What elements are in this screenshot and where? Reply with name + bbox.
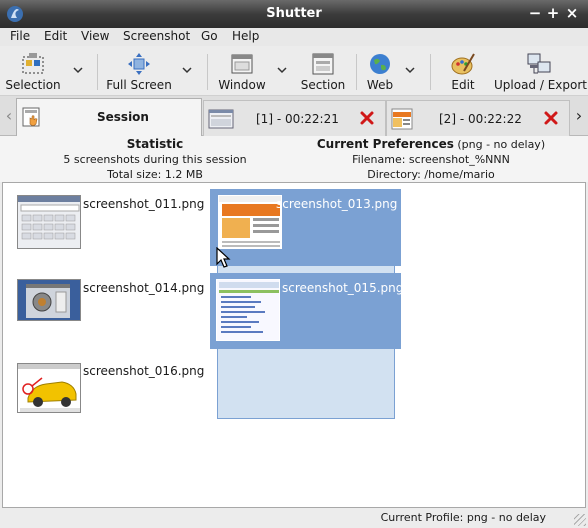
menu-view[interactable]: View [81, 29, 109, 43]
preferences-directory: Directory: /home/mario [367, 168, 495, 181]
selection-icon [22, 53, 44, 74]
full-screen-button[interactable]: Full Screen [106, 46, 172, 96]
statistic-count: 5 screenshots during this session [63, 153, 247, 166]
screenshot-filename[interactable]: screenshot_011.png [83, 197, 204, 211]
selected-screenshot-item[interactable]: screenshot_015.png [210, 273, 403, 349]
screenshot-filename[interactable]: screenshot_015.png [282, 281, 403, 295]
selected-screenshot-item[interactable]: screenshot_013.png [210, 189, 401, 266]
menu-go[interactable]: Go [201, 29, 218, 43]
preferences-filename: Filename: screenshot_%NNN [352, 153, 510, 166]
window-icon [231, 54, 253, 74]
full-screen-label: Full Screen [106, 78, 172, 92]
preferences-panel: Current Preferences (png - no delay) Fil… [286, 137, 576, 182]
statistic-heading: Statistic [126, 137, 184, 151]
toolbar-separator [97, 54, 98, 90]
close-window-button[interactable]: × [563, 4, 581, 22]
screenshot-filename[interactable]: screenshot_016.png [83, 364, 204, 378]
window-button[interactable]: Window [216, 46, 268, 96]
tab-scroll-left-icon[interactable]: ‹ [2, 106, 16, 126]
full-screen-icon [128, 53, 150, 75]
screenshot-filename[interactable]: screenshot_014.png [83, 281, 204, 295]
globe-icon [370, 54, 390, 74]
selection-dropdown-arrow-icon[interactable] [72, 64, 84, 76]
menu-edit[interactable]: Edit [44, 29, 67, 43]
calculator-thumbnail-icon [208, 109, 234, 129]
window-dropdown-arrow-icon[interactable] [276, 64, 288, 76]
tab-screenshot-1-label: [1] - 00:22:21 [256, 112, 339, 126]
web-label: Web [366, 78, 394, 92]
close-tab-2-icon[interactable] [543, 110, 559, 126]
menu-file[interactable]: File [10, 29, 30, 43]
screenshot-thumbnail[interactable] [17, 195, 81, 249]
screenshot-thumbnail[interactable] [17, 279, 81, 321]
session-hand-icon [22, 107, 40, 127]
upload-export-button[interactable]: Upload / Export [494, 46, 587, 96]
session-info: Statistic 5 screenshots during this sess… [0, 136, 588, 182]
tab-session[interactable]: Session [16, 98, 202, 137]
selection-button[interactable]: Selection [4, 46, 62, 96]
screenshot-thumbnail[interactable] [216, 279, 280, 341]
status-bar: Current Profile: png - no delay [0, 508, 588, 528]
tab-strip: ‹ Session [1] - 00:22:21 [2] - 00:22:22 [0, 96, 588, 137]
maximize-button[interactable]: + [544, 4, 562, 22]
toolbar-separator [356, 54, 357, 90]
screenshot-icon-view[interactable]: screenshot_011.png screenshot_013.png sc… [2, 182, 586, 508]
tab-scroll-right-icon[interactable]: › [572, 106, 586, 126]
section-icon [312, 53, 334, 75]
toolbar-separator [430, 54, 431, 90]
mouse-pointer-icon [216, 247, 231, 268]
paint-palette-icon [451, 53, 475, 75]
menu-help[interactable]: Help [232, 29, 259, 43]
tab-session-label: Session [97, 110, 149, 124]
tab-screenshot-1[interactable]: [1] - 00:22:21 [203, 100, 386, 136]
selection-label: Selection [5, 78, 61, 92]
statistic-panel: Statistic 5 screenshots during this sess… [10, 137, 300, 182]
webpage-thumbnail-icon [391, 108, 413, 130]
preferences-heading: Current Preferences [316, 137, 454, 151]
edit-label: Edit [451, 78, 475, 92]
toolbar: Selection Full Screen Window Section Web… [0, 46, 588, 96]
full-screen-dropdown-arrow-icon[interactable] [181, 64, 193, 76]
statistic-total-size: Total size: 1.2 MB [107, 168, 203, 181]
edit-button[interactable]: Edit [446, 46, 480, 96]
screenshot-filename[interactable]: screenshot_013.png [276, 197, 397, 211]
network-upload-icon [527, 53, 551, 74]
screenshot-thumbnail[interactable] [218, 195, 282, 249]
current-profile-status: Current Profile: png - no delay [380, 511, 546, 524]
screenshot-thumbnail[interactable] [17, 363, 81, 413]
menu-bar: File Edit View Screenshot Go Help [0, 28, 588, 46]
menu-screenshot[interactable]: Screenshot [123, 29, 190, 43]
window-label: Window [218, 78, 266, 92]
resize-grip-icon[interactable] [574, 514, 586, 526]
close-tab-1-icon[interactable] [359, 110, 375, 126]
preferences-heading-suffix: (png - no delay) [453, 138, 546, 151]
web-button[interactable]: Web [362, 46, 398, 96]
tab-screenshot-2[interactable]: [2] - 00:22:22 [386, 100, 570, 136]
minimize-button[interactable]: − [526, 4, 544, 22]
title-bar: Shutter − + × [0, 0, 588, 28]
tab-screenshot-2-label: [2] - 00:22:22 [439, 112, 522, 126]
web-dropdown-arrow-icon[interactable] [404, 64, 416, 76]
toolbar-separator [207, 54, 208, 90]
upload-export-label: Upload / Export [494, 78, 587, 92]
window-title: Shutter [266, 6, 322, 21]
section-label: Section [300, 78, 346, 92]
section-button[interactable]: Section [298, 46, 348, 96]
